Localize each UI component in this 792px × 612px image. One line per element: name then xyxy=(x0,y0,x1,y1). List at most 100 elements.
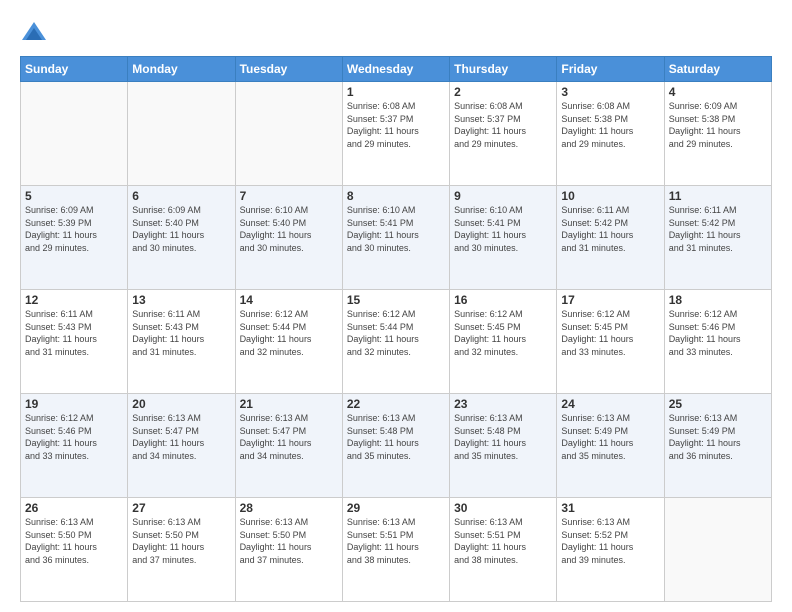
day-number: 12 xyxy=(25,293,123,307)
logo-icon xyxy=(20,20,48,48)
calendar-cell: 15Sunrise: 6:12 AM Sunset: 5:44 PM Dayli… xyxy=(342,290,449,394)
day-number: 1 xyxy=(347,85,445,99)
day-info: Sunrise: 6:08 AM Sunset: 5:37 PM Dayligh… xyxy=(454,100,552,150)
calendar-cell: 19Sunrise: 6:12 AM Sunset: 5:46 PM Dayli… xyxy=(21,394,128,498)
calendar-cell: 24Sunrise: 6:13 AM Sunset: 5:49 PM Dayli… xyxy=(557,394,664,498)
col-header-monday: Monday xyxy=(128,57,235,82)
day-number: 29 xyxy=(347,501,445,515)
day-info: Sunrise: 6:11 AM Sunset: 5:42 PM Dayligh… xyxy=(669,204,767,254)
calendar-cell: 17Sunrise: 6:12 AM Sunset: 5:45 PM Dayli… xyxy=(557,290,664,394)
day-info: Sunrise: 6:13 AM Sunset: 5:50 PM Dayligh… xyxy=(240,516,338,566)
day-number: 18 xyxy=(669,293,767,307)
calendar-week-row: 1Sunrise: 6:08 AM Sunset: 5:37 PM Daylig… xyxy=(21,82,772,186)
day-number: 14 xyxy=(240,293,338,307)
day-number: 3 xyxy=(561,85,659,99)
calendar-week-row: 26Sunrise: 6:13 AM Sunset: 5:50 PM Dayli… xyxy=(21,498,772,602)
calendar-cell: 2Sunrise: 6:08 AM Sunset: 5:37 PM Daylig… xyxy=(450,82,557,186)
calendar-cell: 29Sunrise: 6:13 AM Sunset: 5:51 PM Dayli… xyxy=(342,498,449,602)
calendar-week-row: 19Sunrise: 6:12 AM Sunset: 5:46 PM Dayli… xyxy=(21,394,772,498)
calendar-cell: 3Sunrise: 6:08 AM Sunset: 5:38 PM Daylig… xyxy=(557,82,664,186)
day-number: 6 xyxy=(132,189,230,203)
calendar-cell: 16Sunrise: 6:12 AM Sunset: 5:45 PM Dayli… xyxy=(450,290,557,394)
day-number: 30 xyxy=(454,501,552,515)
calendar-cell xyxy=(21,82,128,186)
day-info: Sunrise: 6:08 AM Sunset: 5:38 PM Dayligh… xyxy=(561,100,659,150)
day-info: Sunrise: 6:11 AM Sunset: 5:43 PM Dayligh… xyxy=(132,308,230,358)
calendar-cell xyxy=(235,82,342,186)
calendar-cell xyxy=(664,498,771,602)
calendar-cell: 27Sunrise: 6:13 AM Sunset: 5:50 PM Dayli… xyxy=(128,498,235,602)
day-info: Sunrise: 6:12 AM Sunset: 5:45 PM Dayligh… xyxy=(561,308,659,358)
day-number: 28 xyxy=(240,501,338,515)
calendar-cell: 21Sunrise: 6:13 AM Sunset: 5:47 PM Dayli… xyxy=(235,394,342,498)
calendar-cell: 12Sunrise: 6:11 AM Sunset: 5:43 PM Dayli… xyxy=(21,290,128,394)
day-info: Sunrise: 6:09 AM Sunset: 5:38 PM Dayligh… xyxy=(669,100,767,150)
day-info: Sunrise: 6:13 AM Sunset: 5:52 PM Dayligh… xyxy=(561,516,659,566)
col-header-saturday: Saturday xyxy=(664,57,771,82)
day-number: 22 xyxy=(347,397,445,411)
day-number: 4 xyxy=(669,85,767,99)
col-header-wednesday: Wednesday xyxy=(342,57,449,82)
calendar-cell: 25Sunrise: 6:13 AM Sunset: 5:49 PM Dayli… xyxy=(664,394,771,498)
day-number: 24 xyxy=(561,397,659,411)
calendar-cell: 20Sunrise: 6:13 AM Sunset: 5:47 PM Dayli… xyxy=(128,394,235,498)
day-number: 11 xyxy=(669,189,767,203)
col-header-sunday: Sunday xyxy=(21,57,128,82)
day-number: 31 xyxy=(561,501,659,515)
day-info: Sunrise: 6:13 AM Sunset: 5:47 PM Dayligh… xyxy=(240,412,338,462)
calendar-cell: 26Sunrise: 6:13 AM Sunset: 5:50 PM Dayli… xyxy=(21,498,128,602)
day-info: Sunrise: 6:13 AM Sunset: 5:48 PM Dayligh… xyxy=(347,412,445,462)
logo xyxy=(20,20,52,48)
calendar-cell: 23Sunrise: 6:13 AM Sunset: 5:48 PM Dayli… xyxy=(450,394,557,498)
day-number: 8 xyxy=(347,189,445,203)
calendar-cell: 9Sunrise: 6:10 AM Sunset: 5:41 PM Daylig… xyxy=(450,186,557,290)
col-header-thursday: Thursday xyxy=(450,57,557,82)
calendar-table: SundayMondayTuesdayWednesdayThursdayFrid… xyxy=(20,56,772,602)
day-info: Sunrise: 6:12 AM Sunset: 5:45 PM Dayligh… xyxy=(454,308,552,358)
calendar-week-row: 12Sunrise: 6:11 AM Sunset: 5:43 PM Dayli… xyxy=(21,290,772,394)
day-info: Sunrise: 6:13 AM Sunset: 5:49 PM Dayligh… xyxy=(669,412,767,462)
calendar-cell: 10Sunrise: 6:11 AM Sunset: 5:42 PM Dayli… xyxy=(557,186,664,290)
calendar-cell xyxy=(128,82,235,186)
day-info: Sunrise: 6:13 AM Sunset: 5:51 PM Dayligh… xyxy=(454,516,552,566)
calendar-cell: 1Sunrise: 6:08 AM Sunset: 5:37 PM Daylig… xyxy=(342,82,449,186)
day-info: Sunrise: 6:09 AM Sunset: 5:39 PM Dayligh… xyxy=(25,204,123,254)
day-number: 16 xyxy=(454,293,552,307)
day-info: Sunrise: 6:13 AM Sunset: 5:50 PM Dayligh… xyxy=(132,516,230,566)
day-number: 10 xyxy=(561,189,659,203)
calendar-cell: 31Sunrise: 6:13 AM Sunset: 5:52 PM Dayli… xyxy=(557,498,664,602)
day-info: Sunrise: 6:13 AM Sunset: 5:47 PM Dayligh… xyxy=(132,412,230,462)
day-info: Sunrise: 6:10 AM Sunset: 5:40 PM Dayligh… xyxy=(240,204,338,254)
calendar-cell: 6Sunrise: 6:09 AM Sunset: 5:40 PM Daylig… xyxy=(128,186,235,290)
day-info: Sunrise: 6:10 AM Sunset: 5:41 PM Dayligh… xyxy=(454,204,552,254)
calendar-cell: 8Sunrise: 6:10 AM Sunset: 5:41 PM Daylig… xyxy=(342,186,449,290)
day-number: 26 xyxy=(25,501,123,515)
day-number: 7 xyxy=(240,189,338,203)
day-info: Sunrise: 6:13 AM Sunset: 5:50 PM Dayligh… xyxy=(25,516,123,566)
day-info: Sunrise: 6:13 AM Sunset: 5:49 PM Dayligh… xyxy=(561,412,659,462)
calendar-cell: 28Sunrise: 6:13 AM Sunset: 5:50 PM Dayli… xyxy=(235,498,342,602)
calendar-cell: 5Sunrise: 6:09 AM Sunset: 5:39 PM Daylig… xyxy=(21,186,128,290)
day-info: Sunrise: 6:13 AM Sunset: 5:51 PM Dayligh… xyxy=(347,516,445,566)
col-header-friday: Friday xyxy=(557,57,664,82)
page: SundayMondayTuesdayWednesdayThursdayFrid… xyxy=(0,0,792,612)
calendar-cell: 14Sunrise: 6:12 AM Sunset: 5:44 PM Dayli… xyxy=(235,290,342,394)
day-number: 2 xyxy=(454,85,552,99)
day-info: Sunrise: 6:11 AM Sunset: 5:43 PM Dayligh… xyxy=(25,308,123,358)
day-info: Sunrise: 6:12 AM Sunset: 5:46 PM Dayligh… xyxy=(25,412,123,462)
day-info: Sunrise: 6:11 AM Sunset: 5:42 PM Dayligh… xyxy=(561,204,659,254)
day-info: Sunrise: 6:08 AM Sunset: 5:37 PM Dayligh… xyxy=(347,100,445,150)
calendar-cell: 18Sunrise: 6:12 AM Sunset: 5:46 PM Dayli… xyxy=(664,290,771,394)
day-number: 9 xyxy=(454,189,552,203)
day-number: 17 xyxy=(561,293,659,307)
calendar-week-row: 5Sunrise: 6:09 AM Sunset: 5:39 PM Daylig… xyxy=(21,186,772,290)
day-number: 13 xyxy=(132,293,230,307)
day-number: 27 xyxy=(132,501,230,515)
day-number: 5 xyxy=(25,189,123,203)
day-info: Sunrise: 6:12 AM Sunset: 5:44 PM Dayligh… xyxy=(240,308,338,358)
day-info: Sunrise: 6:13 AM Sunset: 5:48 PM Dayligh… xyxy=(454,412,552,462)
header xyxy=(20,16,772,48)
calendar-cell: 7Sunrise: 6:10 AM Sunset: 5:40 PM Daylig… xyxy=(235,186,342,290)
calendar-cell: 22Sunrise: 6:13 AM Sunset: 5:48 PM Dayli… xyxy=(342,394,449,498)
calendar-cell: 4Sunrise: 6:09 AM Sunset: 5:38 PM Daylig… xyxy=(664,82,771,186)
